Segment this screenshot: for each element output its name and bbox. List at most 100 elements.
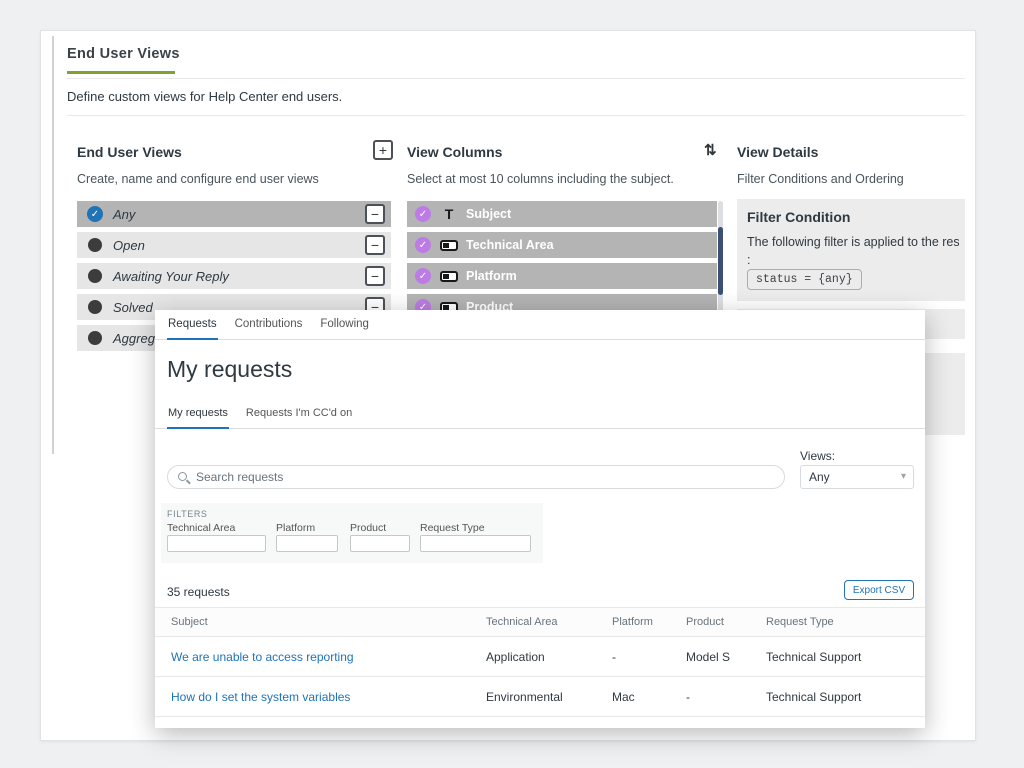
view-item-label: Solved	[113, 300, 153, 315]
column-item-label: Technical Area	[466, 238, 554, 252]
details-panel-subtitle: Filter Conditions and Ordering	[737, 172, 904, 186]
table-row: How do I set the system variables Enviro…	[155, 677, 925, 717]
divider	[67, 115, 965, 116]
divider	[67, 78, 965, 79]
requests-table: Subject Technical Area Platform Product …	[155, 607, 925, 717]
tab-requests[interactable]: Requests	[167, 310, 218, 340]
chevron-down-icon: ▾	[901, 466, 906, 488]
cell-product: Model S	[686, 650, 766, 664]
columns-panel-title: View Columns	[407, 144, 502, 160]
view-item-label: Open	[113, 238, 145, 253]
column-check-icon: ✓	[415, 237, 431, 253]
filter-input-product[interactable]	[350, 535, 410, 552]
request-count: 35 requests	[167, 585, 230, 599]
columns-list: ✓ T Subject ✓ Technical Area ✓ Platform …	[407, 201, 717, 325]
cell-request-type: Technical Support	[766, 650, 925, 664]
minus-icon: −	[371, 237, 379, 253]
view-item-open[interactable]: Open −	[77, 232, 391, 258]
columns-scrollbar-thumb[interactable]	[718, 227, 723, 295]
add-view-button[interactable]: +	[373, 140, 393, 160]
selected-check-icon: ✓	[87, 206, 103, 222]
column-item-label: Platform	[466, 269, 517, 283]
views-panel-subtitle: Create, name and configure end user view…	[77, 172, 319, 186]
filter-condition-panel: Filter Condition The following filter is…	[737, 199, 965, 301]
filter-input-request-type[interactable]	[420, 535, 531, 552]
left-rule	[52, 36, 54, 454]
check-glyph: ✓	[419, 209, 427, 220]
filter-condition-title: Filter Condition	[747, 209, 850, 225]
cell-technical-area: Environmental	[486, 690, 612, 704]
tab-contributions[interactable]: Contributions	[234, 310, 304, 340]
cell-technical-area: Application	[486, 650, 612, 664]
view-item-awaiting-your-reply[interactable]: Awaiting Your Reply −	[77, 263, 391, 289]
modal-tab-bar: Requests Contributions Following	[155, 310, 925, 340]
header-subject: Subject	[155, 616, 486, 628]
column-item-subject[interactable]: ✓ T Subject	[407, 201, 717, 227]
cell-request-type: Technical Support	[766, 690, 925, 704]
columns-panel-subtitle: Select at most 10 columns including the …	[407, 172, 674, 186]
column-item-platform[interactable]: ✓ Platform	[407, 263, 717, 289]
page-title: End User Views	[67, 46, 180, 62]
views-dropdown[interactable]: Any ▾	[800, 465, 914, 489]
export-csv-button[interactable]: Export CSV	[844, 580, 914, 600]
filter-label-technical-area: Technical Area	[167, 522, 235, 534]
filter-label-platform: Platform	[276, 522, 315, 534]
modal-subtab-bar: My requests Requests I'm CC'd on	[155, 401, 925, 429]
view-item-label: Awaiting Your Reply	[113, 269, 229, 284]
page-background: End User Views Define custom views for H…	[0, 0, 1024, 768]
filter-input-technical-area[interactable]	[167, 535, 266, 552]
requests-table-header: Subject Technical Area Platform Product …	[155, 607, 925, 637]
unselected-radio-icon	[88, 331, 102, 345]
details-panel-title: View Details	[737, 144, 818, 160]
help-center-preview-modal: Requests Contributions Following My requ…	[155, 310, 925, 728]
minus-icon: −	[371, 268, 379, 284]
view-item-label: Any	[113, 207, 135, 222]
filter-label-product: Product	[350, 522, 386, 534]
field-type-icon	[440, 240, 458, 251]
request-subject-link[interactable]: We are unable to access reporting	[155, 650, 486, 664]
search-requests-input[interactable]	[196, 467, 776, 487]
request-subject-link[interactable]: How do I set the system variables	[155, 690, 486, 704]
filters-section-label: FILTERS	[167, 509, 208, 519]
filter-condition-description: The following filter is applied to the r…	[747, 233, 959, 269]
cell-product: -	[686, 690, 766, 704]
filter-label-request-type: Request Type	[420, 522, 485, 534]
search-icon	[178, 472, 187, 481]
remove-view-button[interactable]: −	[365, 266, 385, 286]
title-underline	[67, 71, 175, 74]
header-platform: Platform	[612, 616, 686, 628]
views-panel-title: End User Views	[77, 144, 182, 160]
unselected-radio-icon	[88, 269, 102, 283]
column-item-technical-area[interactable]: ✓ Technical Area	[407, 232, 717, 258]
header-product: Product	[686, 616, 766, 628]
views-dropdown-value: Any	[809, 466, 830, 488]
subtab-requests-ccd-on[interactable]: Requests I'm CC'd on	[245, 407, 353, 429]
tab-following[interactable]: Following	[319, 310, 370, 340]
subtab-my-requests[interactable]: My requests	[167, 407, 229, 429]
cell-platform: Mac	[612, 690, 686, 704]
filter-input-platform[interactable]	[276, 535, 338, 552]
remove-view-button[interactable]: −	[365, 235, 385, 255]
unselected-radio-icon	[88, 238, 102, 252]
columns-scrollbar-track	[718, 201, 723, 321]
check-glyph: ✓	[419, 240, 427, 251]
header-technical-area: Technical Area	[486, 616, 612, 628]
modal-heading: My requests	[167, 356, 292, 383]
filter-condition-line2: :	[747, 253, 750, 267]
page-description: Define custom views for Help Center end …	[67, 89, 342, 104]
minus-icon: −	[371, 206, 379, 222]
cell-platform: -	[612, 650, 686, 664]
field-type-icon	[440, 271, 458, 282]
remove-view-button[interactable]: −	[365, 204, 385, 224]
views-dropdown-label: Views:	[800, 449, 835, 463]
sort-icon[interactable]: ⇅	[704, 141, 717, 159]
filter-condition-line1: The following filter is applied to the r…	[747, 235, 959, 249]
view-item-any[interactable]: ✓ Any −	[77, 201, 391, 227]
text-type-icon: T	[440, 206, 458, 222]
column-item-label: Subject	[466, 207, 511, 221]
table-row: We are unable to access reporting Applic…	[155, 637, 925, 677]
unselected-radio-icon	[88, 300, 102, 314]
check-glyph: ✓	[419, 271, 427, 282]
plus-icon: +	[379, 142, 387, 158]
column-check-icon: ✓	[415, 268, 431, 284]
